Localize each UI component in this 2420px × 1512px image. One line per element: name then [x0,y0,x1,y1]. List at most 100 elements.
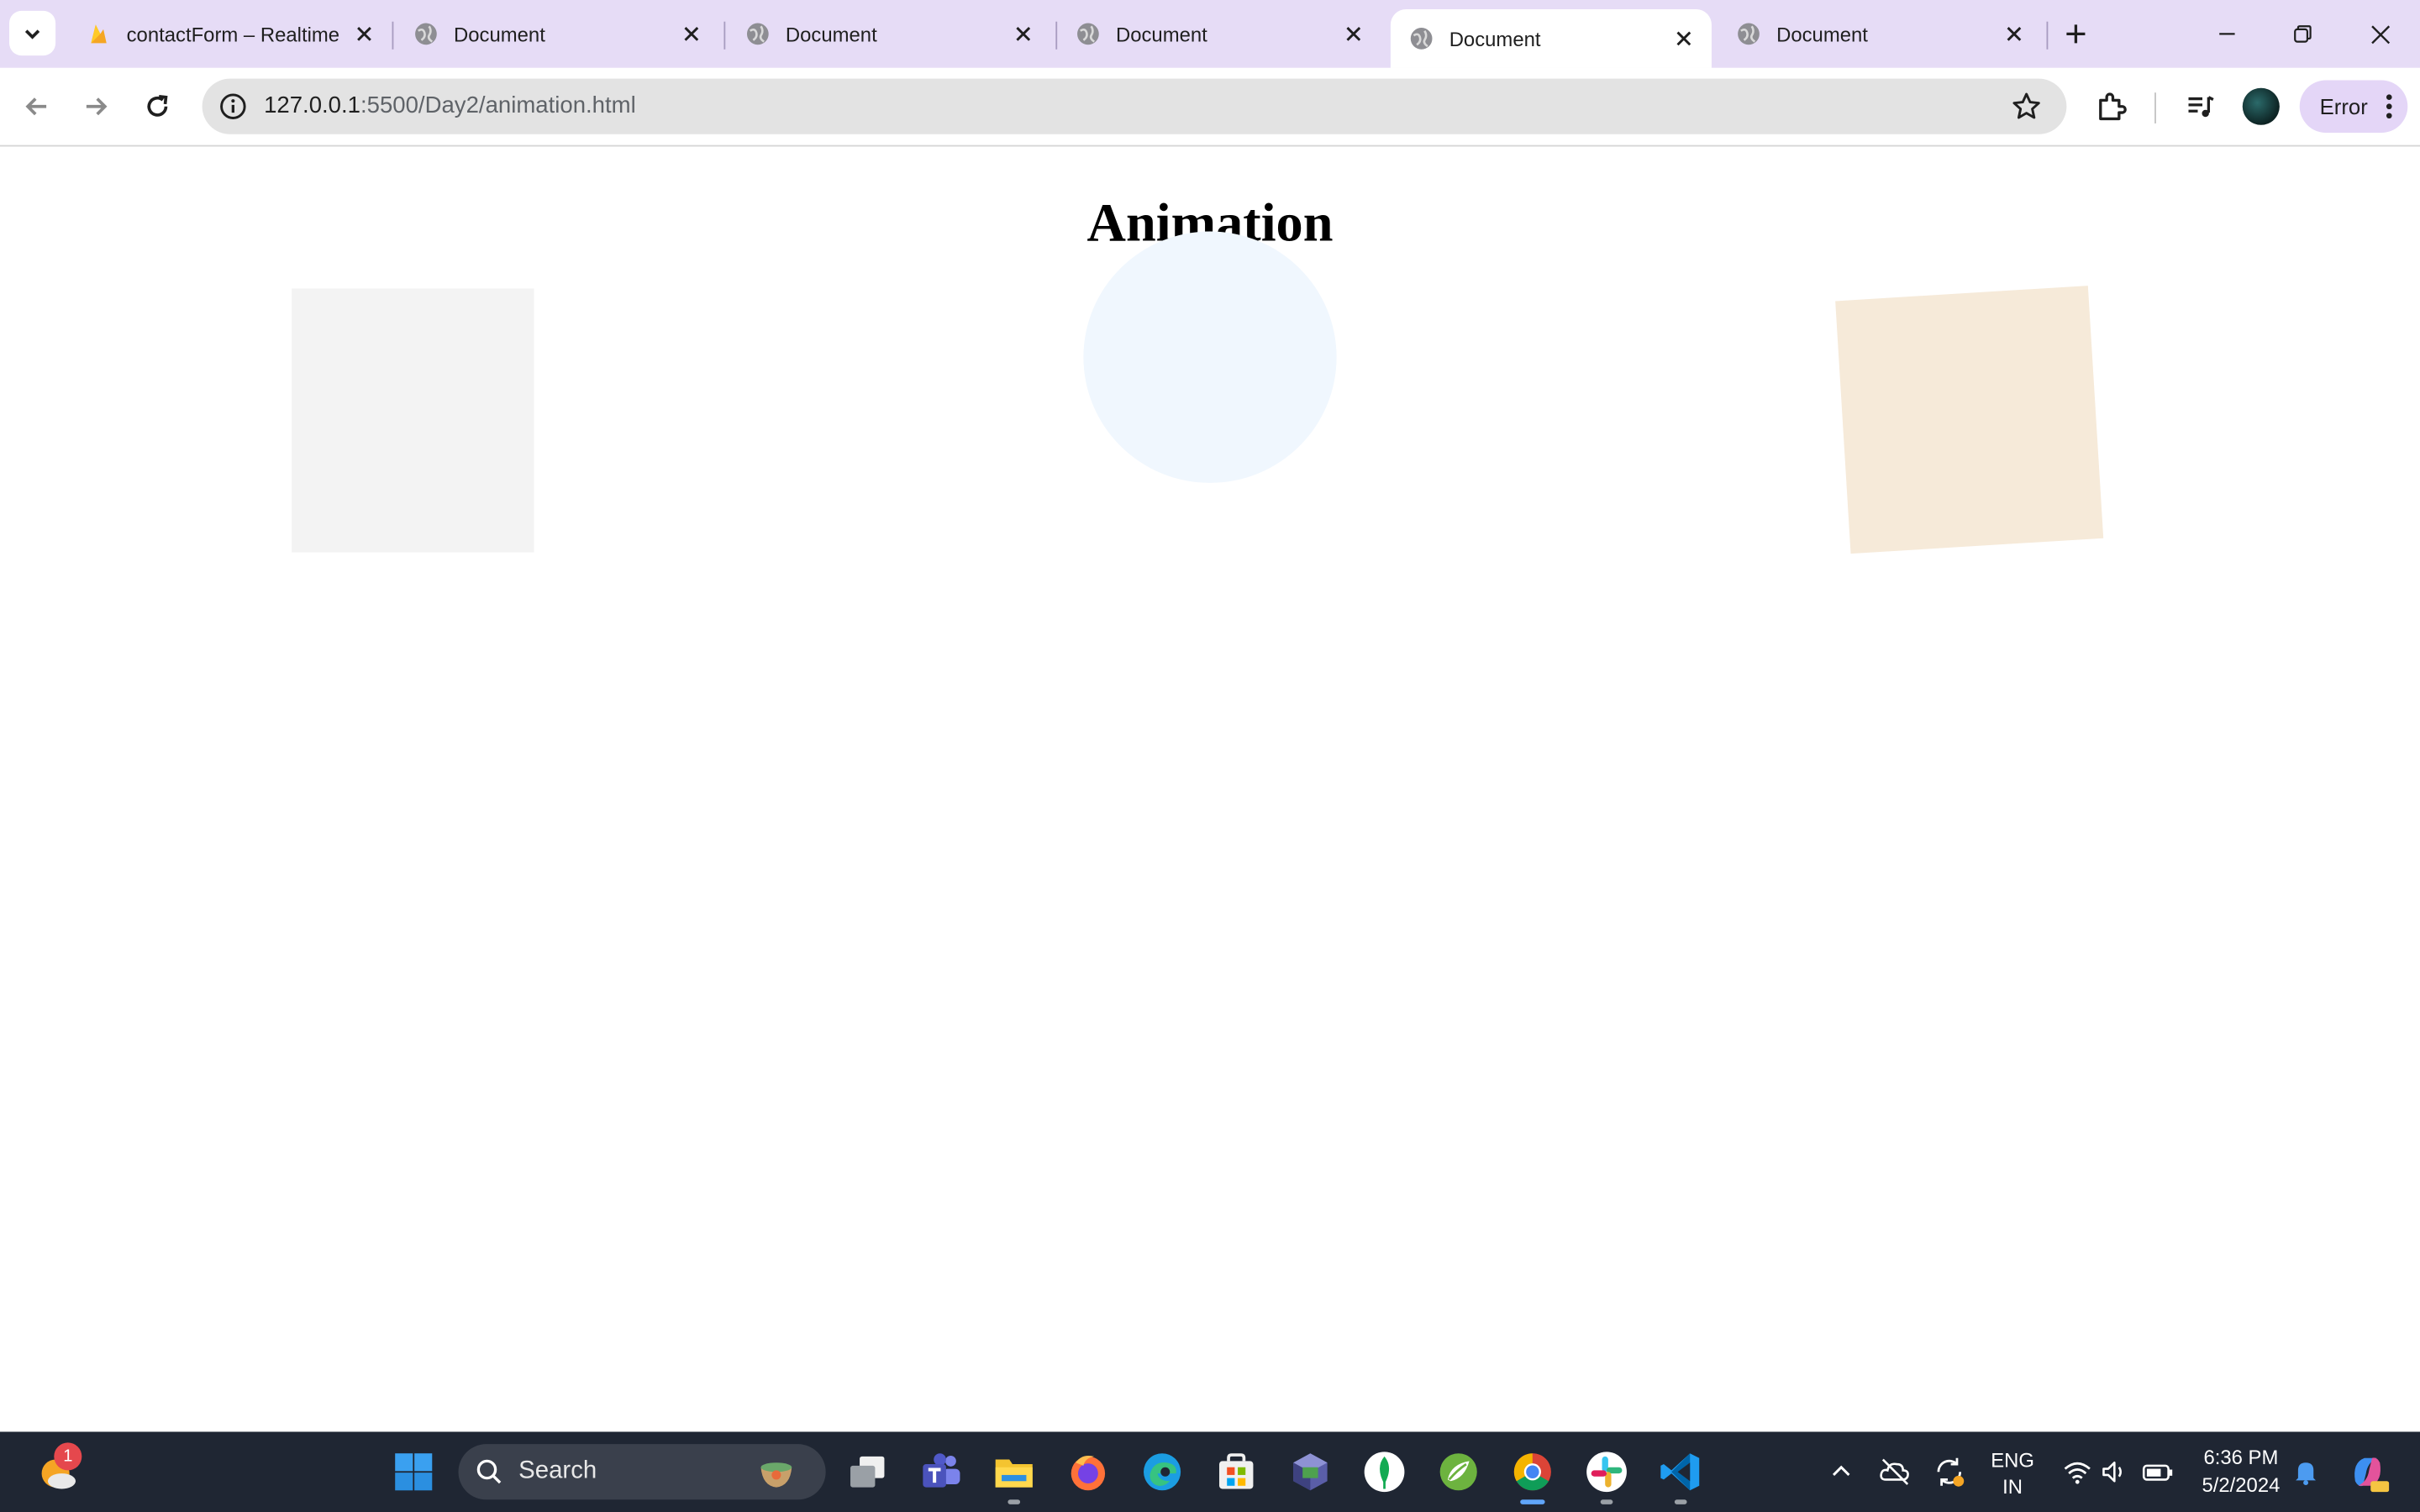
file-explorer-button[interactable] [989,1447,1039,1497]
tab-separator [2046,21,2049,50]
spring-button[interactable] [1434,1447,1483,1497]
tab-search-button[interactable] [9,10,56,56]
arrow-right-icon [86,97,108,116]
close-icon[interactable] [1007,18,1039,50]
animated-rotated-square [1835,286,2104,554]
plus-icon [2066,24,2086,44]
url-text[interactable]: 127.0.0.1:5500/Day2/animation.html [264,92,636,118]
restore-button[interactable] [2280,13,2326,55]
speaker-icon [2102,1461,2122,1483]
animated-circle [1083,231,1337,483]
minimize-button[interactable] [2204,13,2250,55]
close-icon[interactable] [349,18,380,50]
reload-button[interactable] [134,83,181,129]
copilot-button[interactable] [2343,1447,2392,1497]
tab-title: Document [454,22,545,46]
weather-widget[interactable]: 1 [31,1442,82,1497]
copilot-icon [2354,1457,2390,1493]
firefox-button[interactable] [1064,1447,1113,1497]
mongodb-button[interactable] [1360,1447,1409,1497]
toolbar-divider [2154,92,2156,123]
vscode-button[interactable] [1656,1447,1706,1497]
firefox-icon [1071,1455,1106,1491]
running-indicator-active [1520,1499,1545,1504]
bookmark-star-icon[interactable] [2008,88,2045,125]
close-icon[interactable] [1338,18,1369,50]
start-button[interactable] [389,1447,439,1497]
sync-status[interactable] [1924,1447,1974,1497]
back-button[interactable] [14,83,60,129]
profile-avatar[interactable] [2242,87,2280,125]
teams-button[interactable] [917,1447,966,1497]
windows-taskbar: 1 Search ENG IN 6:36 PM 5/2/2024 [0,1431,2420,1512]
task-view-button[interactable] [843,1447,892,1497]
url-path: :5500/Day2/animation.html [360,92,636,119]
tab-document-active[interactable]: Document [1390,9,1712,68]
close-icon[interactable] [1669,24,1700,55]
notification-badge: 1 [54,1442,82,1471]
globe-icon [1077,23,1099,45]
restore-icon [2294,25,2312,43]
task-view-icon [850,1456,885,1488]
tab-document-2[interactable]: Document [727,9,1051,59]
notifications-button[interactable] [2281,1447,2331,1497]
clock-date: 5/2/2024 [2202,1473,2281,1497]
globe-icon [746,23,769,45]
mongodb-icon [1364,1452,1405,1493]
new-tab-button[interactable] [2056,15,2096,52]
clock[interactable]: 6:36 PM 5/2/2024 [2190,1444,2291,1499]
globe-icon [1410,28,1433,50]
tab-separator [723,21,726,50]
forward-button[interactable] [72,83,118,129]
store-button[interactable] [1212,1447,1261,1497]
tab-document-5[interactable]: Document [1718,9,2042,59]
error-label: Error [2319,94,2368,119]
running-indicator [1674,1499,1687,1504]
microsoft-store-icon [1219,1453,1254,1489]
chevron-down-icon [24,29,40,39]
close-icon[interactable] [676,18,707,50]
chrome-icon [1513,1453,1551,1491]
virtualbox-button[interactable] [1286,1447,1335,1497]
file-explorer-icon [995,1459,1033,1488]
running-indicator [1600,1499,1613,1504]
close-icon [2370,24,2390,44]
slack-button[interactable] [1582,1447,1632,1497]
taskbar-search[interactable]: Search [458,1444,826,1500]
tab-title: Document [1449,27,1541,50]
onedrive-status[interactable] [1870,1447,1920,1497]
site-info-icon[interactable] [213,87,253,127]
tab-contactform[interactable]: contactForm – Realtime [68,9,392,59]
address-bar[interactable]: 127.0.0.1:5500/Day2/animation.html [202,78,2067,134]
animated-square [292,288,534,553]
tab-title: Document [1115,22,1207,46]
tab-document-1[interactable]: Document [395,9,719,59]
vscode-icon [1660,1453,1700,1491]
tab-separator [392,21,394,50]
sync-icon [1937,1457,1965,1487]
error-button[interactable]: Error [2299,80,2408,133]
language-line-2: IN [2002,1474,2023,1499]
extensions-button[interactable] [2088,83,2134,129]
chevron-up-icon [1833,1465,1850,1476]
slack-icon [1586,1452,1627,1493]
edge-button[interactable] [1138,1447,1187,1497]
close-window-button[interactable] [2357,13,2403,55]
language-indicator[interactable]: ENG IN [1986,1447,2039,1499]
search-placeholder: Search [518,1457,597,1484]
search-icon [476,1459,502,1484]
close-icon[interactable] [1999,18,2030,50]
tab-document-3[interactable]: Document [1057,9,1381,59]
show-hidden-icons-button[interactable] [1817,1447,1866,1497]
media-queue-icon [2188,96,2214,118]
battery-status[interactable] [2133,1447,2182,1497]
windows-start-icon [395,1453,433,1491]
chrome-button[interactable] [1507,1447,1557,1497]
page-viewport: Animation [0,146,2420,1431]
reload-icon [147,94,168,117]
media-control-button[interactable] [2178,83,2224,129]
volume-status[interactable] [2090,1447,2139,1497]
edge-icon [1144,1453,1181,1491]
globe-icon [415,23,437,45]
minimize-icon [2219,33,2235,35]
